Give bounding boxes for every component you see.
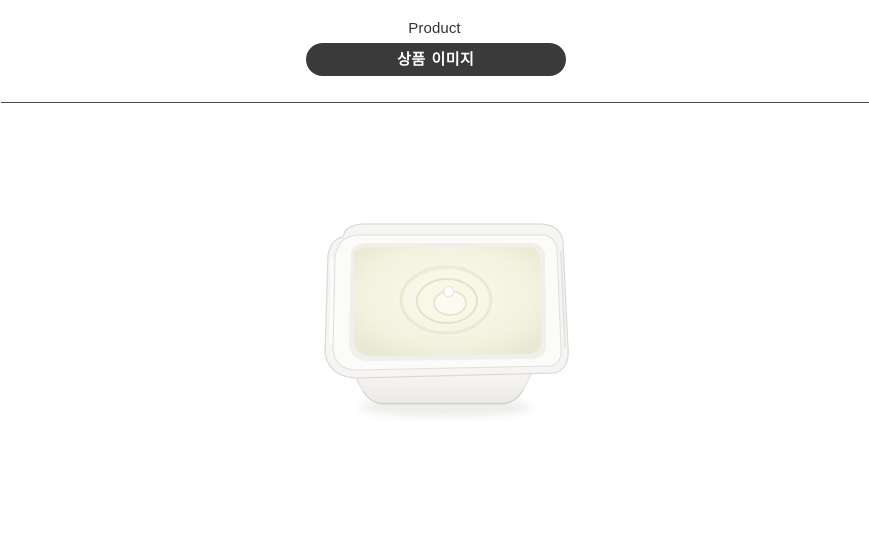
section-header: Product 상품 이미지 bbox=[0, 0, 869, 103]
yogurt-cup-icon bbox=[324, 223, 569, 417]
section-eyebrow: Product bbox=[408, 20, 461, 37]
section-title-pill: 상품 이미지 bbox=[306, 43, 566, 76]
product-image-area bbox=[0, 103, 869, 554]
